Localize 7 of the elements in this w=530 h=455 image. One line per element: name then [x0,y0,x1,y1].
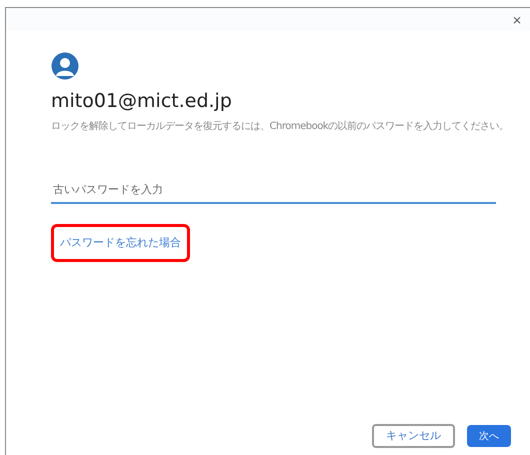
cancel-button[interactable]: キャンセル [372,424,455,448]
password-field[interactable]: 古いパスワードを入力 [51,178,496,204]
account-email: mito01@mict.ed.jp [51,90,233,114]
close-button[interactable]: × [512,14,522,26]
next-button[interactable]: 次へ [467,425,511,447]
forgot-password-link[interactable]: パスワードを忘れた場合 [51,224,190,262]
description-text: ロックを解除してローカルデータを復元するには、Chromebookの以前のパスワードを入力してください。 [51,120,510,134]
